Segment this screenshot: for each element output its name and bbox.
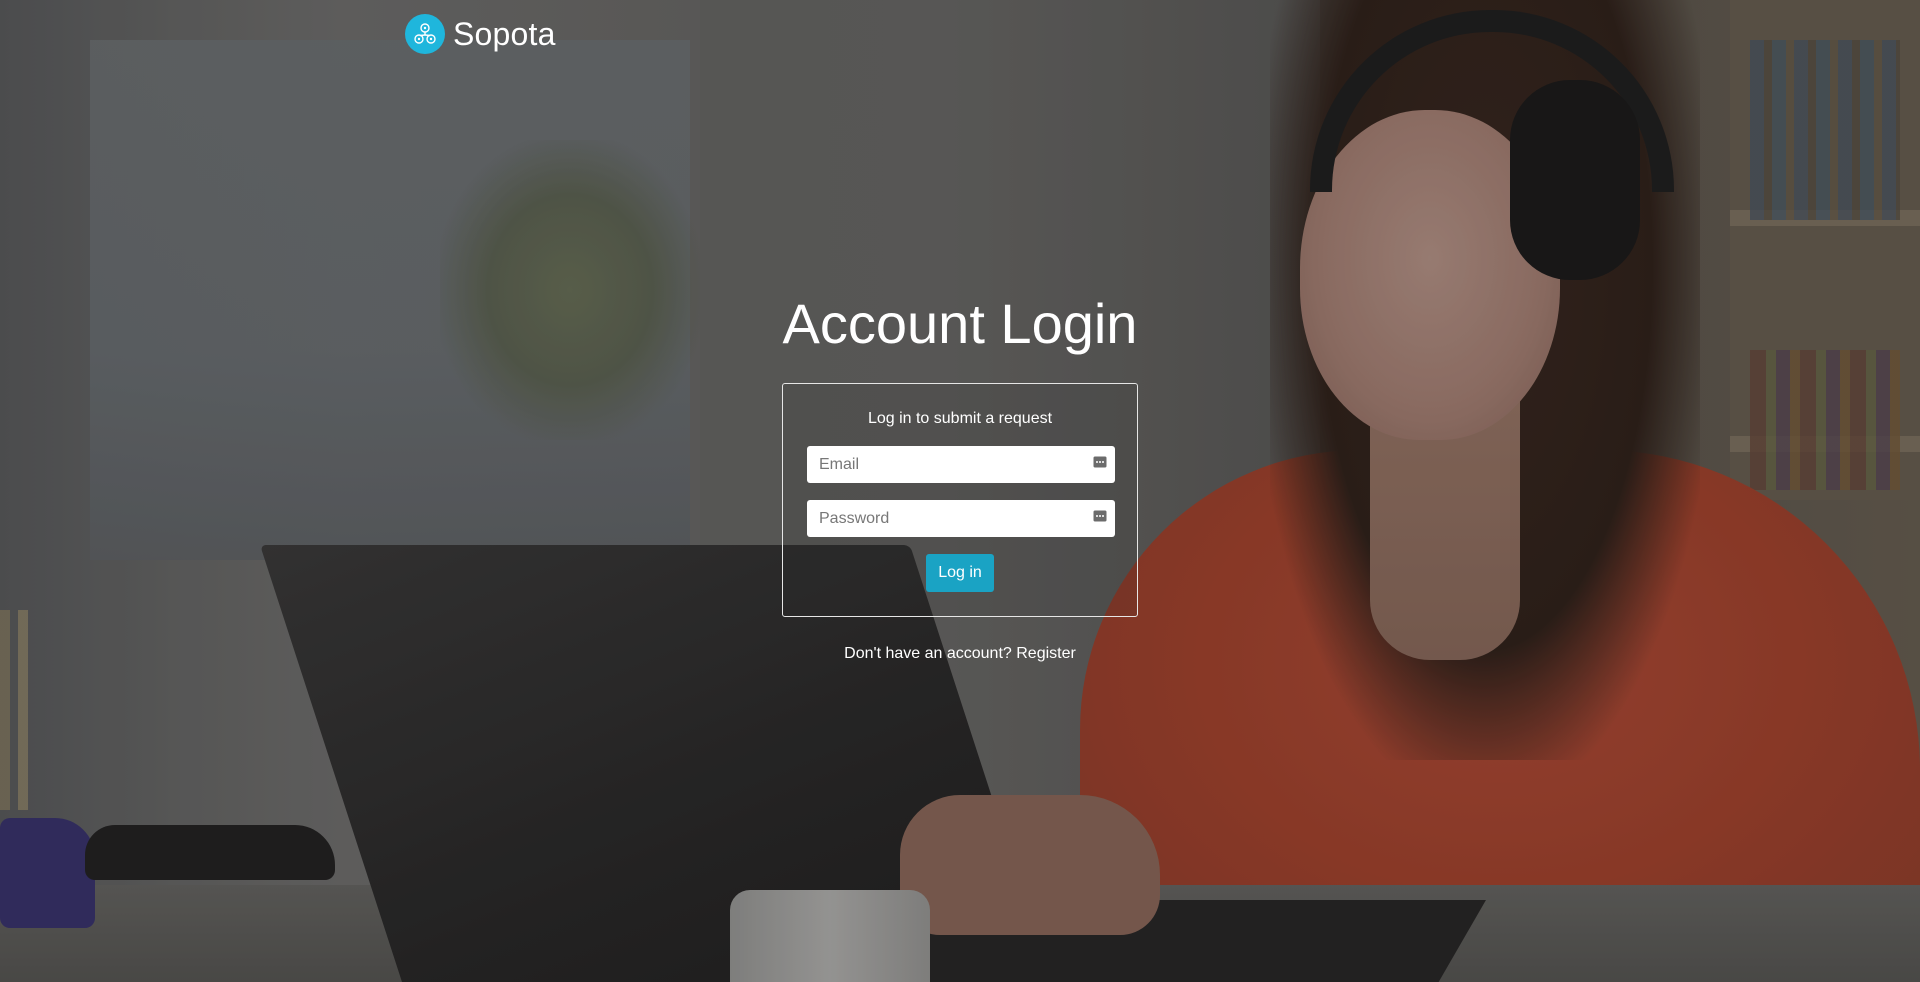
- brand-logo-link[interactable]: Sopota: [405, 14, 556, 54]
- email-field-wrapper: [807, 446, 1115, 484]
- network-nodes-icon: [405, 14, 445, 54]
- page-title: Account Login: [782, 292, 1138, 355]
- login-section: Account Login Log in to submit a request: [0, 290, 1920, 663]
- keypass-icon[interactable]: [1093, 510, 1107, 522]
- password-field-wrapper: [807, 500, 1115, 538]
- register-prompt: Don't have an account? Register: [844, 645, 1076, 663]
- email-input[interactable]: [807, 446, 1115, 484]
- register-link[interactable]: Register: [1016, 645, 1076, 662]
- password-input[interactable]: [807, 500, 1115, 538]
- register-prompt-text: Don't have an account?: [844, 645, 1012, 663]
- submit-row: Log in: [807, 554, 1113, 593]
- login-form: Log in to submit a request Email Log in: [782, 383, 1138, 618]
- login-button[interactable]: Log in: [926, 554, 994, 593]
- brand-name: Sopota: [453, 15, 556, 52]
- keypass-icon[interactable]: [1093, 456, 1107, 468]
- login-page: Sopota Account Login Log in to submit a …: [0, 0, 1920, 982]
- login-caption: Log in to submit a request: [867, 410, 1053, 428]
